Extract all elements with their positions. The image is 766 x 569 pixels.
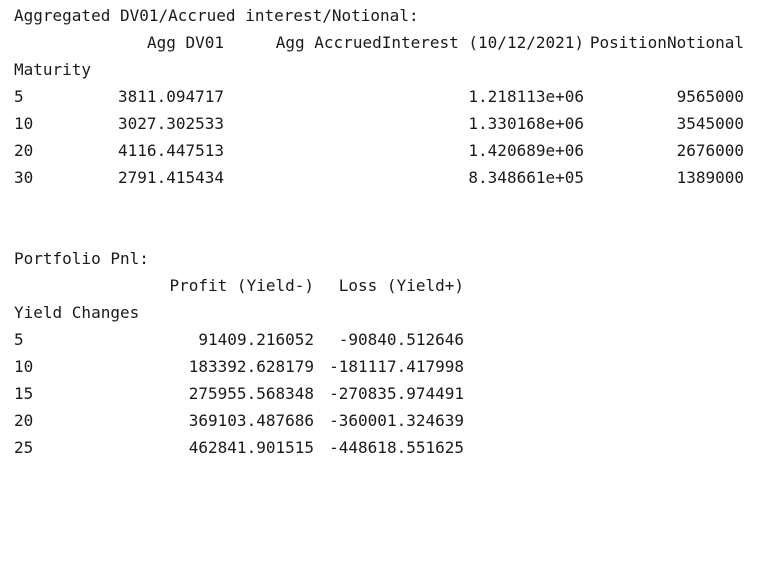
section2-header-row: Profit (Yield-) Loss (Yield+) bbox=[14, 272, 754, 299]
cell-agg-dv01: 3811.094717 bbox=[118, 87, 224, 106]
cell-agg-accrued-interest: 1.330168e+06 bbox=[468, 114, 584, 133]
column-header-profit: Profit (Yield-) bbox=[169, 276, 315, 295]
row-index: 10 bbox=[14, 114, 34, 133]
column-header-agg-dv01: Agg DV01 bbox=[146, 33, 224, 52]
cell-agg-dv01: 3027.302533 bbox=[118, 114, 224, 133]
section2-index-name: Yield Changes bbox=[14, 303, 140, 322]
cell-agg-dv01: 4116.447513 bbox=[118, 141, 224, 160]
row-index: 30 bbox=[14, 168, 34, 187]
cell-agg-dv01: 2791.415434 bbox=[118, 168, 224, 187]
section1-index-name: Maturity bbox=[14, 60, 92, 79]
cell-agg-accrued-interest: 8.348661e+05 bbox=[468, 168, 584, 187]
cell-loss: -448618.551625 bbox=[329, 438, 464, 457]
table-row: 20 4116.447513 1.420689e+06 2676000 bbox=[14, 137, 754, 164]
section1-header-row: Agg DV01 Agg AccruedInterest (10/12/2021… bbox=[14, 29, 754, 56]
cell-profit: 369103.487686 bbox=[188, 411, 314, 430]
cell-loss: -270835.974491 bbox=[329, 384, 464, 403]
row-index: 25 bbox=[14, 438, 34, 457]
table-row: 20 369103.487686 -360001.324639 bbox=[14, 407, 754, 434]
cell-profit: 462841.901515 bbox=[188, 438, 314, 457]
column-header-agg-accrued-interest: Agg AccruedInterest (10/12/2021) bbox=[275, 33, 584, 52]
table-row: 10 183392.628179 -181117.417998 bbox=[14, 353, 754, 380]
table-row: 25 462841.901515 -448618.551625 bbox=[14, 434, 754, 461]
cell-position-notional: 2676000 bbox=[676, 141, 744, 160]
cell-agg-accrued-interest: 1.218113e+06 bbox=[468, 87, 584, 106]
cell-profit: 183392.628179 bbox=[188, 357, 314, 376]
table-row: 5 3811.094717 1.218113e+06 9565000 bbox=[14, 83, 754, 110]
row-index: 15 bbox=[14, 384, 34, 403]
cell-loss: -181117.417998 bbox=[329, 357, 464, 376]
row-index: 5 bbox=[14, 330, 24, 349]
row-index: 20 bbox=[14, 411, 34, 430]
cell-loss: -360001.324639 bbox=[329, 411, 464, 430]
table-row: 15 275955.568348 -270835.974491 bbox=[14, 380, 754, 407]
column-header-position-notional: PositionNotional bbox=[589, 33, 744, 52]
table-row: 10 3027.302533 1.330168e+06 3545000 bbox=[14, 110, 754, 137]
section1-title: Aggregated DV01/Accrued interest/Notiona… bbox=[14, 6, 419, 25]
column-header-loss: Loss (Yield+) bbox=[338, 276, 464, 295]
cell-position-notional: 1389000 bbox=[676, 168, 744, 187]
table-row: 30 2791.415434 8.348661e+05 1389000 bbox=[14, 164, 754, 191]
cell-position-notional: 9565000 bbox=[676, 87, 744, 106]
notebook-output: Aggregated DV01/Accrued interest/Notiona… bbox=[14, 2, 754, 461]
section2-title: Portfolio Pnl: bbox=[14, 249, 149, 268]
table-row: 5 91409.216052 -90840.512646 bbox=[14, 326, 754, 353]
cell-position-notional: 3545000 bbox=[676, 114, 744, 133]
cell-agg-accrued-interest: 1.420689e+06 bbox=[468, 141, 584, 160]
cell-profit: 275955.568348 bbox=[188, 384, 314, 403]
row-index: 20 bbox=[14, 141, 34, 160]
row-index: 10 bbox=[14, 357, 34, 376]
cell-profit: 91409.216052 bbox=[198, 330, 314, 349]
row-index: 5 bbox=[14, 87, 24, 106]
cell-loss: -90840.512646 bbox=[338, 330, 464, 349]
